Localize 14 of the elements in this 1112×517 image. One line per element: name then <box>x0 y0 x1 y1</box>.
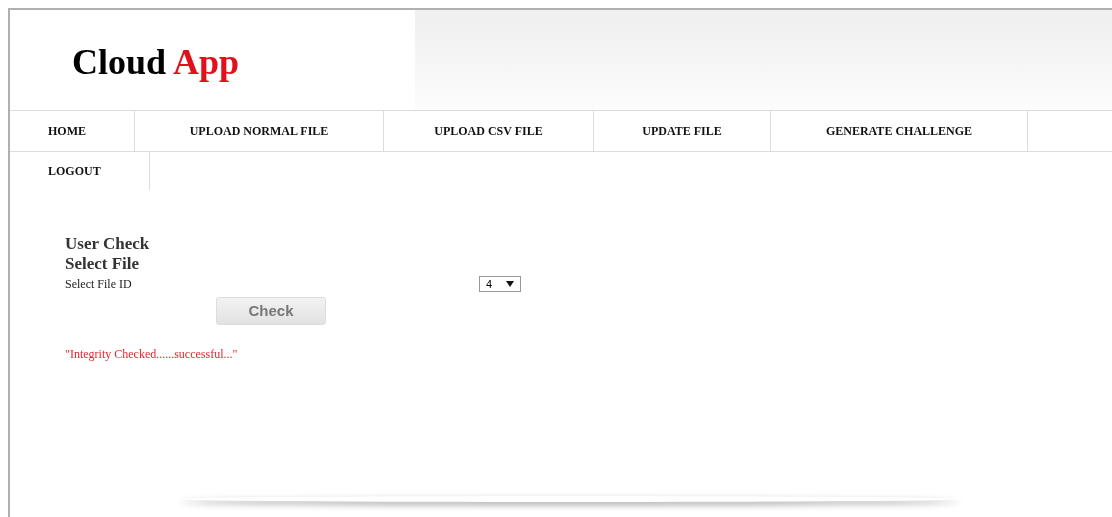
nav-link[interactable]: UPLOAD CSV FILE <box>384 111 594 151</box>
file-id-select[interactable]: 4 <box>479 276 521 292</box>
nav-link[interactable]: HOME <box>10 111 135 151</box>
form-subtitle: Select File <box>65 254 141 274</box>
logo: Cloud App <box>72 44 240 80</box>
field-label: Select File ID <box>65 276 133 293</box>
nav-link[interactable]: UPLOAD NORMAL FILE <box>135 111 384 151</box>
form-title: User Check <box>65 234 151 254</box>
status-message: "Integrity Checked......successful..." <box>65 346 239 363</box>
check-button[interactable]: Check <box>216 297 326 325</box>
nav-link[interactable]: UPDATE FILE <box>594 111 771 151</box>
nav-link[interactable]: GENERATE CHALLENGE <box>771 111 1028 151</box>
dropdown-caret-icon <box>506 281 514 287</box>
nav-link[interactable]: LOGOUT <box>10 152 150 190</box>
